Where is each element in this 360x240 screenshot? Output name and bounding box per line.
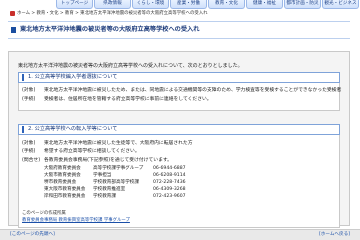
section-1-heading: 1. 公立高等学校編入学者選抜について: [18, 72, 340, 83]
section-2-row: (手続) 希望する府立高等学校に相談してください。: [22, 149, 140, 155]
contact-dept: 学校教育部高等学校課: [93, 180, 139, 185]
page-title: 東北地方太平洋沖地震の被災者等の大阪府立高等学校への受入れ: [20, 25, 200, 33]
section-marker-icon: [22, 74, 24, 81]
breadcrumb: ホーム > 教育・文化 > 教育 > 東北地方太平洋沖地震の被災者等の大阪府立高…: [10, 11, 208, 17]
nav-tab-top[interactable]: トップページ: [56, 0, 93, 9]
contact-org: 大阪府教育委員会: [44, 166, 81, 171]
row-key: (手続): [22, 97, 36, 102]
section-1-row: (対象) 東北地方太平洋沖地震に被災したため、または、同地震による交通機関等の支障…: [22, 88, 341, 94]
contact-tel: 072-423-9607: [153, 194, 186, 199]
contact-dept: 学校教育推進室: [93, 187, 126, 192]
contact-tel: 072-228-7436: [153, 180, 186, 185]
breadcrumb-text[interactable]: ホーム > 教育・文化 > 教育 > 東北地方太平洋沖地震の被災者等の大阪府立高…: [17, 11, 208, 17]
row-key: (手続): [22, 149, 36, 154]
contact-org: 堺市教育委員会: [44, 180, 77, 185]
contact-row: 大阪府教育委員会 高等学校課学事グループ 06-6944-6887: [44, 166, 186, 172]
contact-dept: 学校教育課: [93, 194, 116, 199]
row-text: 各教育委員会事務局(下記参照)を通じて受け付けています。: [44, 158, 172, 163]
contact-dept: 学事担当: [93, 173, 112, 178]
section-2-row: (問合せ) 各教育委員会事務局(下記参照)を通じて受け付けています。: [22, 158, 172, 164]
footer-bar: [このページの先頭へ] [ホームへ戻る]: [0, 229, 360, 240]
row-key: (対象): [22, 141, 36, 146]
row-key: (問合せ): [22, 158, 41, 163]
contact-row: 大阪市教育委員会 学事担当 06-6208-9114: [44, 173, 186, 179]
contact-org: 東大阪市教育委員会: [44, 187, 86, 192]
nav-tab-industry[interactable]: 産業・労働: [170, 0, 207, 9]
section-1-row: (手続) 受検者は、住居所在地を管轄する府立高等学校に事前に連絡をしてください。: [22, 97, 212, 103]
global-nav: トップページ 県政情報 くらし・環境 産業・労働 教育・文化 健康・福祉 都市計…: [0, 0, 360, 9]
row-key: (対象): [22, 88, 36, 93]
contact-tel: 06-6208-9114: [153, 173, 186, 178]
row-text: 希望する府立高等学校に相談してください。: [44, 149, 140, 154]
contact-tel: 06-4309-3268: [153, 187, 186, 192]
contact-row: 岸和田市教育委員会 学校教育課 072-423-9607: [44, 194, 186, 200]
row-text: 受検者は、住居所在地を管轄する府立高等学校に事前に連絡をしてください。: [44, 97, 212, 102]
row-text: 東北地方太平洋沖地震に被災した生徒等で、大阪府内に転居された方: [44, 141, 193, 146]
section-marker-icon: [22, 126, 24, 133]
owner-note: このページの作成所属: [22, 211, 66, 216]
home-icon: [10, 11, 15, 17]
nav-tab-living[interactable]: くらし・環境: [132, 0, 169, 9]
contact-tel: 06-6944-6887: [153, 166, 186, 171]
owner-department-link[interactable]: 教育委員会事務局 教育振興室高等学校課 学事グループ: [22, 218, 130, 224]
nav-tab-urban[interactable]: 都市計画・防災: [284, 0, 321, 9]
intro-text: 東北地方太平洋沖地震の被災者等の大阪府立高等学校への受入れについて、次のとおりと…: [18, 63, 243, 69]
contact-dept: 高等学校課学事グループ: [93, 166, 144, 171]
home-link[interactable]: [ホームへ戻る]: [319, 232, 350, 238]
section-1-title: 1. 公立高等学校編入学者選抜について: [28, 74, 118, 81]
title-marker-icon: [11, 27, 16, 33]
contact-row: 堺市教育委員会 学校教育部高等学校課 072-228-7436: [44, 180, 186, 186]
section-2-row: (対象) 東北地方太平洋沖地震に被災した生徒等で、大阪府内に転居された方: [22, 141, 193, 147]
contact-org: 岸和田市教育委員会: [44, 194, 86, 199]
page-top-link[interactable]: [このページの先頭へ]: [10, 232, 55, 238]
nav-tab-tourism[interactable]: 観光・ビジネス: [322, 0, 359, 9]
nav-tab-education[interactable]: 教育・文化: [208, 0, 245, 9]
row-text: 東北地方太平洋沖地震に被災したため、または、同地震による交通機関等の支障のため、…: [44, 88, 342, 93]
page-title-bar: 東北地方太平洋沖地震の被災者等の大阪府立高等学校への受入れ: [8, 21, 350, 39]
section-2-title: 2. 公立高等学校への転入学等について: [28, 126, 118, 133]
section-2-heading: 2. 公立高等学校への転入学等について: [18, 124, 340, 135]
contact-org: 大阪市教育委員会: [44, 173, 81, 178]
nav-tab-government[interactable]: 県政情報: [94, 0, 131, 9]
nav-tab-health[interactable]: 健康・福祉: [246, 0, 283, 9]
contact-row: 東大阪市教育委員会 学校教育推進室 06-4309-3268: [44, 187, 186, 193]
